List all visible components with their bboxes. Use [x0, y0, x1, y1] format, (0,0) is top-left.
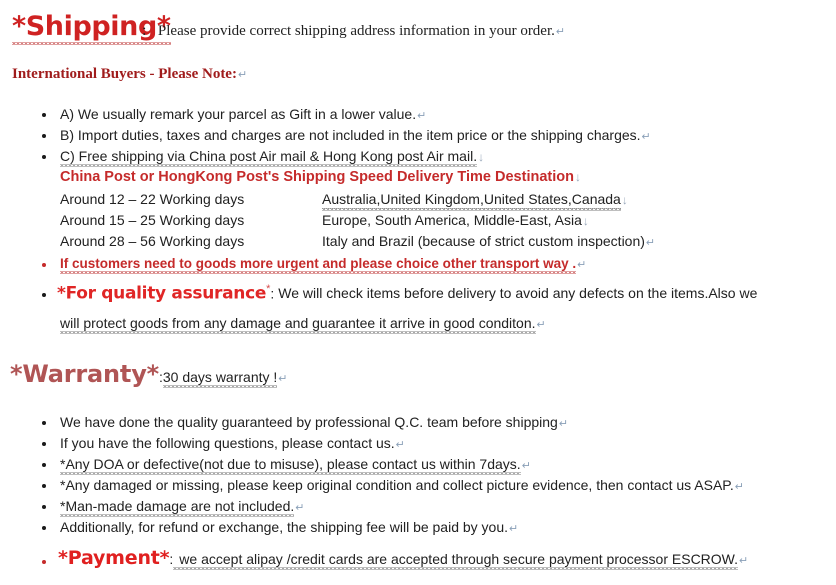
- shipping-bullet-c: C) Free shipping via China post Air mail…: [60, 148, 478, 167]
- delivery-time-cell: Around 15 – 25 Working days: [60, 212, 245, 228]
- list-item: A) We usually remark your parcel as Gift…: [60, 106, 426, 124]
- warranty-bullet-4: *Any damaged or missing, please keep ori…: [60, 477, 734, 493]
- list-bullet-marker: [42, 505, 46, 509]
- delivery-time-cell: Around 12 – 22 Working days: [60, 191, 245, 207]
- list-bullet-marker: [42, 484, 46, 488]
- table-row-destination: Italy and Brazil (because of strict cust…: [322, 233, 655, 251]
- pilcrow-mark: ↵: [295, 502, 305, 514]
- list-bullet-marker: [42, 442, 46, 446]
- arrow-down-mark: ↓: [478, 150, 485, 164]
- list-item: B) Import duties, taxes and charges are …: [60, 127, 651, 145]
- pilcrow-mark: ↵: [536, 319, 546, 331]
- list-item: C) Free shipping via China post Air mail…: [60, 148, 485, 167]
- list-bullet-marker: [42, 463, 46, 467]
- pilcrow-mark: ↵: [509, 523, 519, 535]
- table-row: Around 15 – 25 Working days: [60, 212, 244, 230]
- pilcrow-mark: ↵: [395, 439, 405, 451]
- payment-text: we accept alipay /credit cards are accep…: [173, 551, 738, 570]
- shipping-policy-document: *Shipping* : Please provide correct ship…: [0, 0, 836, 585]
- table-row: Around 28 – 56 Working days: [60, 233, 244, 251]
- pilcrow-mark: ↵: [558, 418, 569, 430]
- list-item: *Any DOA or defective(not due to misuse)…: [60, 456, 531, 475]
- destination-cell: Europe, South America, Middle-East, Asia: [322, 212, 582, 228]
- urgent-transport-note: If customers need to goods more urgent a…: [60, 256, 577, 274]
- international-buyers-note: International Buyers - Please Note:↵: [12, 65, 247, 83]
- arrow-down-mark: ↓: [621, 193, 628, 207]
- warranty-bullet-1: We have done the quality guaranteed by p…: [60, 414, 558, 430]
- quality-assurance-line2: will protect goods from any damage and g…: [60, 315, 536, 334]
- pilcrow-mark: ↵: [645, 237, 656, 249]
- list-item: If customers need to goods more urgent a…: [60, 255, 587, 274]
- shipping-colon: :: [142, 22, 147, 39]
- warranty-subtitle: 30 days warranty !: [162, 369, 278, 388]
- quality-assurance-line2-wrap: will protect goods from any damage and g…: [60, 315, 546, 334]
- delivery-table-heading: China Post or HongKong Post's Shipping S…: [60, 168, 581, 186]
- warranty-bullet-3: *Any DOA or defective(not due to misuse)…: [60, 456, 521, 475]
- list-bullet-marker: [42, 421, 46, 425]
- delivery-time-cell: Around 28 – 56 Working days: [60, 233, 245, 249]
- pilcrow-mark: ↵: [237, 69, 248, 81]
- delivery-table-heading-text: China Post or HongKong Post's Shipping S…: [60, 169, 574, 185]
- table-row: Around 12 – 22 Working days: [60, 191, 244, 209]
- quality-assurance-title: *For quality assurance: [57, 283, 267, 304]
- list-bullet-marker: [42, 293, 46, 297]
- warranty-title: *Warranty*: [10, 360, 159, 388]
- warranty-bullet-5: *Man-made damage are not included.: [60, 498, 295, 517]
- warranty-bullet-2: If you have the following questions, ple…: [60, 435, 395, 451]
- shipping-bullet-a: A) We usually remark your parcel as Gift…: [60, 106, 417, 122]
- list-item: *Man-made damage are not included.↵: [60, 498, 305, 517]
- shipping-intro-line: : Please provide correct shipping addres…: [142, 22, 565, 40]
- arrow-down-mark: ↓: [574, 170, 581, 184]
- pilcrow-mark: ↵: [521, 460, 531, 472]
- pilcrow-mark: ↵: [739, 555, 749, 567]
- list-bullet-marker: [42, 155, 46, 159]
- list-bullet-marker: [42, 134, 46, 138]
- list-item: If you have the following questions, ple…: [60, 435, 405, 453]
- list-bullet-marker: [42, 113, 46, 117]
- table-row-destination: Europe, South America, Middle-East, Asia…: [322, 212, 589, 230]
- list-bullet-marker: [42, 560, 46, 564]
- quality-assurance-line1: We will check items before delivery to a…: [278, 285, 758, 302]
- list-item: We have done the quality guaranteed by p…: [60, 414, 568, 432]
- pilcrow-mark: ↵: [577, 259, 587, 271]
- list-bullet-marker: [42, 526, 46, 530]
- payment-title: *Payment*: [58, 547, 170, 569]
- destination-cell: Australia,United Kingdom,United States,C…: [322, 191, 621, 211]
- list-bullet-marker: [42, 263, 46, 267]
- warranty-title-block: *Warranty*:30 days warranty !↵: [10, 360, 288, 388]
- destination-cell: Italy and Brazil (because of strict cust…: [322, 233, 645, 249]
- pilcrow-mark: ↵: [641, 131, 651, 143]
- pilcrow-mark: ↵: [734, 481, 744, 493]
- international-buyers-label: International Buyers - Please Note:: [12, 66, 237, 82]
- shipping-intro-text: Please provide correct shipping address …: [157, 23, 555, 39]
- pilcrow-mark: ↵: [555, 26, 566, 38]
- pilcrow-mark: ↵: [417, 110, 427, 122]
- list-item: *Any damaged or missing, please keep ori…: [60, 477, 744, 495]
- warranty-bullet-6: Additionally, for refund or exchange, th…: [60, 519, 509, 535]
- payment-line: *Payment*: we accept alipay /credit cards…: [58, 547, 749, 570]
- arrow-down-mark: ↓: [582, 214, 589, 228]
- table-row-destination: Australia,United Kingdom,United States,C…: [322, 191, 628, 211]
- pilcrow-mark: ↵: [278, 373, 288, 385]
- list-item: Additionally, for refund or exchange, th…: [60, 519, 518, 537]
- quality-assurance-line: *For quality assurance*: We will check it…: [57, 283, 757, 303]
- shipping-bullet-b: B) Import duties, taxes and charges are …: [60, 127, 641, 143]
